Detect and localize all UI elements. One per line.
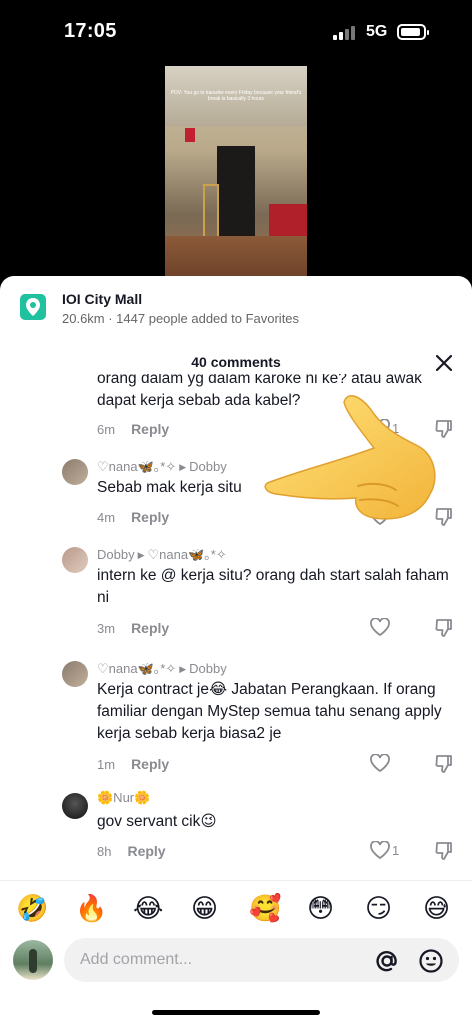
comment-meta: 8h Reply bbox=[97, 843, 166, 859]
avatar[interactable] bbox=[62, 793, 88, 819]
comment-item: 🌼Nur🌼 gov servant cik😉 8h Reply 1 bbox=[0, 790, 472, 870]
reply-button[interactable]: Reply bbox=[127, 843, 165, 859]
reply-arrow-icon: ▶ bbox=[179, 462, 187, 472]
network-label: 5G bbox=[366, 23, 388, 40]
comments-sheet: IOI City Mall 20.6km · 1447 people added… bbox=[0, 276, 472, 1024]
emoji-button[interactable]: 🥰 bbox=[249, 893, 281, 923]
comment-time: 8h bbox=[97, 844, 112, 859]
like-icon[interactable] bbox=[370, 753, 392, 774]
comment-username[interactable]: Dobby bbox=[97, 547, 135, 562]
reply-to-username[interactable]: ♡nana🦋｡*✧ bbox=[148, 547, 227, 562]
video-caption: POV: You go to karaoke every Friday beca… bbox=[170, 90, 302, 102]
emoji-button[interactable]: 😳 bbox=[307, 893, 334, 923]
video-thumbnail[interactable]: POV: You go to karaoke every Friday beca… bbox=[165, 66, 307, 278]
location-title: IOI City Mall bbox=[62, 291, 143, 307]
comment-meta: 4m Reply bbox=[97, 509, 169, 525]
signal-icon bbox=[333, 26, 359, 40]
comment-meta: 3m Reply bbox=[97, 620, 169, 636]
emoji-button[interactable]: 😁 bbox=[191, 893, 218, 923]
like-icon[interactable] bbox=[370, 840, 392, 861]
comment-text: Kerja contract je😂 Jabatan Perangkaan. I… bbox=[97, 681, 442, 742]
battery-icon bbox=[397, 24, 429, 40]
comment-time: 4m bbox=[97, 510, 116, 525]
location-subtitle: 20.6km · 1447 people added to Favorites bbox=[62, 311, 300, 326]
close-icon[interactable] bbox=[434, 353, 454, 373]
reply-arrow-icon: ▶ bbox=[179, 664, 187, 674]
comment-input-row bbox=[0, 936, 472, 988]
emoji-button[interactable]: 😅 bbox=[423, 893, 450, 923]
comment-item: ♡nana🦋｡*✧ ▶ Dobby Kerja contract je😂 Jabat… bbox=[0, 658, 472, 778]
pointing-hand-sticker bbox=[264, 395, 436, 520]
emoji-button[interactable]: 😏 bbox=[365, 893, 392, 923]
like-count: 1 bbox=[392, 843, 400, 858]
reply-button[interactable]: Reply bbox=[131, 620, 169, 636]
reply-to-username[interactable]: Dobby bbox=[189, 459, 227, 474]
comment-item: Dobby ▶ ♡nana🦋｡*✧ intern ke @ kerja situ? … bbox=[0, 544, 472, 644]
like-icon[interactable] bbox=[370, 617, 392, 638]
comment-time: 3m bbox=[97, 621, 116, 636]
mention-icon[interactable] bbox=[374, 948, 400, 974]
emoji-quick-bar: 🤣 🔥 😂 😁 🥰 😳 😏 😅 bbox=[0, 880, 472, 936]
comment-username[interactable]: ♡nana🦋｡*✧ bbox=[97, 459, 176, 474]
reply-arrow-icon: ▶ bbox=[137, 550, 145, 560]
status-time: 17:05 bbox=[64, 20, 117, 42]
comment-meta: 1m Reply bbox=[97, 756, 169, 772]
comment-text: gov servant cik😉 bbox=[97, 813, 217, 830]
home-indicator bbox=[152, 1010, 320, 1015]
location-anchor[interactable]: IOI City Mall 20.6km · 1447 people added… bbox=[0, 276, 472, 340]
location-pin-icon bbox=[20, 294, 46, 320]
avatar[interactable] bbox=[62, 459, 88, 485]
comments-count: 40 comments bbox=[191, 354, 281, 370]
dislike-icon[interactable] bbox=[434, 754, 456, 774]
comment-meta: 6m Reply bbox=[97, 421, 169, 437]
comment-username[interactable]: 🌼Nur🌼 bbox=[97, 790, 150, 806]
avatar[interactable] bbox=[62, 547, 88, 573]
reply-button[interactable]: Reply bbox=[131, 756, 169, 772]
dislike-icon[interactable] bbox=[434, 618, 456, 638]
emoji-button[interactable]: 🤣 bbox=[16, 893, 48, 923]
emoji-button[interactable]: 😂 bbox=[133, 893, 163, 923]
avatar[interactable] bbox=[62, 661, 88, 687]
comment-time: 6m bbox=[97, 422, 116, 437]
dislike-icon[interactable] bbox=[434, 841, 456, 861]
comment-text: intern ke @ kerja situ? orang dah start … bbox=[97, 567, 449, 606]
emoji-button[interactable]: 🔥 bbox=[75, 893, 107, 923]
comment-time: 1m bbox=[97, 757, 116, 772]
reply-button[interactable]: Reply bbox=[131, 421, 169, 437]
my-avatar[interactable] bbox=[13, 940, 53, 980]
reply-to-username[interactable]: Dobby bbox=[189, 661, 227, 676]
status-bar: 17:05 5G bbox=[0, 0, 472, 64]
comment-username[interactable]: ♡nana🦋｡*✧ bbox=[97, 661, 176, 676]
emoji-picker-icon[interactable] bbox=[418, 948, 444, 974]
reply-button[interactable]: Reply bbox=[131, 509, 169, 525]
